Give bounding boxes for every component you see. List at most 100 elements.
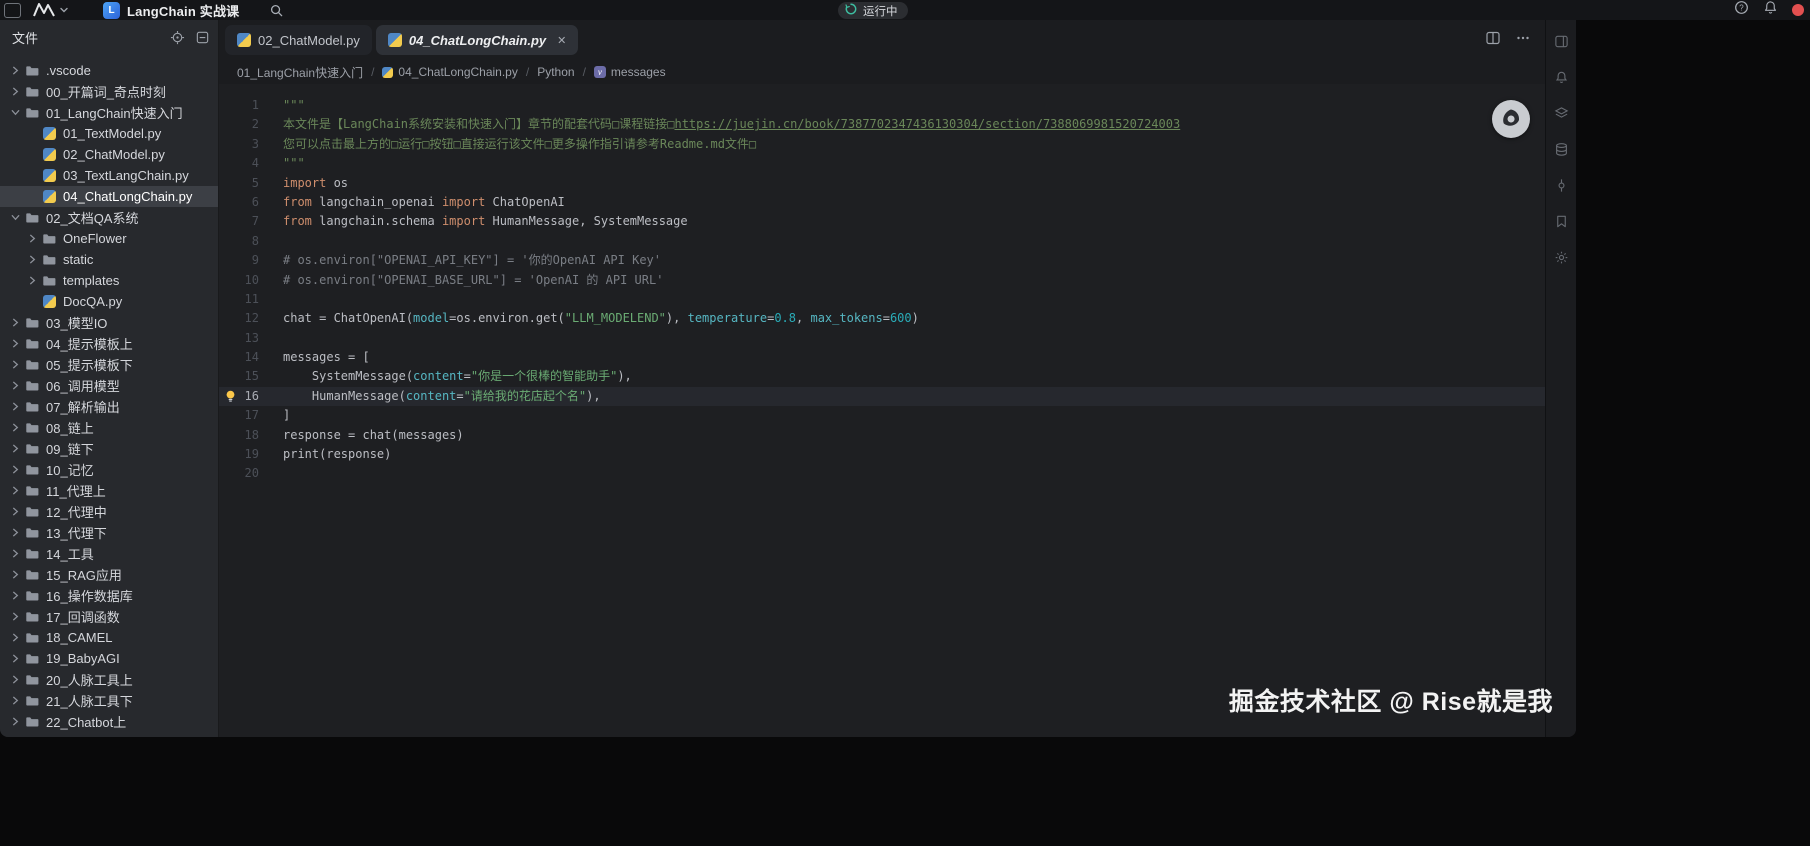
chevron-right-icon[interactable] <box>7 483 23 499</box>
project-avatar[interactable]: L <box>103 2 120 19</box>
chevron-right-icon[interactable] <box>7 399 23 415</box>
chevron-right-icon[interactable] <box>7 672 23 688</box>
tree-item[interactable]: 04_ChatLongChain.py <box>0 186 218 207</box>
project-name[interactable]: LangChain 实战课 <box>127 1 239 20</box>
more-options-icon[interactable] <box>1515 30 1531 51</box>
editor-tab[interactable]: 04_ChatLongChain.py✕ <box>376 25 578 55</box>
chevron-down-icon[interactable] <box>7 210 23 226</box>
layers-icon[interactable] <box>1554 106 1569 121</box>
code-line[interactable]: 5import os <box>219 174 1545 193</box>
chevron-right-icon[interactable] <box>7 609 23 625</box>
chevron-right-icon[interactable] <box>7 567 23 583</box>
run-status-widget[interactable]: 运行中 <box>838 2 908 19</box>
tree-item[interactable]: 00_开篇词_奇点时刻 <box>0 81 218 102</box>
chevron-right-icon[interactable] <box>7 630 23 646</box>
ide-logo-icon[interactable] <box>33 3 55 17</box>
settings-icon[interactable] <box>1554 250 1569 265</box>
tree-item[interactable]: 17_回调函数 <box>0 606 218 627</box>
code-line[interactable]: 3您可以点击最上方的□运行□按钮□直接运行该文件□更多操作指引请参考Readme… <box>219 135 1545 154</box>
search-icon[interactable] <box>269 3 284 18</box>
code-line[interactable]: 14messages = [ <box>219 348 1545 367</box>
code-line[interactable]: 7from langchain.schema import HumanMessa… <box>219 212 1545 231</box>
collapse-all-icon[interactable] <box>195 30 210 45</box>
code-line[interactable]: 18response = chat(messages) <box>219 426 1545 445</box>
code-line[interactable]: 4""" <box>219 154 1545 173</box>
tree-item[interactable]: 13_代理下 <box>0 522 218 543</box>
tree-item[interactable]: 19_BabyAGI <box>0 648 218 669</box>
chevron-right-icon[interactable] <box>7 336 23 352</box>
recording-indicator-dot[interactable] <box>1792 4 1804 16</box>
code-line[interactable]: 15 SystemMessage(content="你是一个很棒的智能助手"), <box>219 367 1545 386</box>
tree-item[interactable]: 20_人脉工具上 <box>0 669 218 690</box>
help-icon[interactable]: ? <box>1734 0 1749 20</box>
code-line[interactable]: 8 <box>219 232 1545 251</box>
course-link[interactable]: https://juejin.cn/book/73877023474361303… <box>674 117 1180 131</box>
tree-item[interactable]: 12_代理中 <box>0 501 218 522</box>
notification-bell-icon[interactable] <box>1763 0 1778 20</box>
code-line[interactable]: 20 <box>219 464 1545 483</box>
code-line[interactable]: 6from langchain_openai import ChatOpenAI <box>219 193 1545 212</box>
split-editor-icon[interactable] <box>1485 30 1501 51</box>
chevron-right-icon[interactable] <box>7 315 23 331</box>
chevron-down-icon[interactable] <box>59 5 69 15</box>
code-line[interactable]: 10# os.environ["OPENAI_BASE_URL"] = 'Ope… <box>219 271 1545 290</box>
chevron-right-icon[interactable] <box>7 378 23 394</box>
chevron-right-icon[interactable] <box>24 252 40 268</box>
tree-item[interactable]: .vscode <box>0 60 218 81</box>
code-line[interactable]: 11 <box>219 290 1545 309</box>
code-editor[interactable]: 1"""2本文件是【LangChain系统安装和快速入门】章节的配套代码□课程链… <box>219 84 1545 737</box>
tree-item[interactable]: 02_ChatModel.py <box>0 144 218 165</box>
tree-item[interactable]: 14_工具 <box>0 543 218 564</box>
commit-icon[interactable] <box>1554 178 1569 193</box>
database-icon[interactable] <box>1554 142 1569 157</box>
tree-item[interactable]: 08_链上 <box>0 417 218 438</box>
chevron-right-icon[interactable] <box>7 504 23 520</box>
tree-item[interactable]: 15_RAG应用 <box>0 564 218 585</box>
chevron-right-icon[interactable] <box>24 273 40 289</box>
breadcrumb-item[interactable]: Python <box>537 65 574 79</box>
tree-item[interactable]: 01_LangChain快速入门 <box>0 102 218 123</box>
chevron-right-icon[interactable] <box>7 441 23 457</box>
chevron-right-icon[interactable] <box>7 462 23 478</box>
chevron-right-icon[interactable] <box>7 63 23 79</box>
bookmark-icon[interactable] <box>1554 214 1569 229</box>
tree-item[interactable]: 07_解析输出 <box>0 396 218 417</box>
breadcrumb-item[interactable]: vmessages <box>594 65 666 79</box>
tree-item[interactable]: 04_提示模板上 <box>0 333 218 354</box>
chevron-right-icon[interactable] <box>7 357 23 373</box>
chevron-right-icon[interactable] <box>7 651 23 667</box>
close-icon[interactable]: ✕ <box>557 34 566 47</box>
layout-icon[interactable] <box>1554 34 1569 49</box>
tree-item[interactable]: 02_文档QA系统 <box>0 207 218 228</box>
tree-item[interactable]: DocQA.py <box>0 291 218 312</box>
chevron-right-icon[interactable] <box>7 420 23 436</box>
tree-item[interactable]: 01_TextModel.py <box>0 123 218 144</box>
tree-item[interactable]: 18_CAMEL <box>0 627 218 648</box>
tree-item[interactable]: static <box>0 249 218 270</box>
chevron-right-icon[interactable] <box>7 735 23 738</box>
tree-item[interactable]: 06_调用模型 <box>0 375 218 396</box>
chevron-right-icon[interactable] <box>7 546 23 562</box>
bell-icon[interactable] <box>1554 70 1569 85</box>
chevron-right-icon[interactable] <box>7 84 23 100</box>
tree-item[interactable]: 16_操作数据库 <box>0 585 218 606</box>
chevron-down-icon[interactable] <box>7 105 23 121</box>
locate-file-icon[interactable] <box>170 30 185 45</box>
tree-item[interactable]: 09_链下 <box>0 438 218 459</box>
code-line[interactable]: 13 <box>219 329 1545 348</box>
code-line[interactable]: 1""" <box>219 96 1545 115</box>
tree-item[interactable]: 10_记忆 <box>0 459 218 480</box>
chevron-right-icon[interactable] <box>7 525 23 541</box>
chevron-right-icon[interactable] <box>7 588 23 604</box>
editor-tab[interactable]: 02_ChatModel.py <box>225 25 372 55</box>
app-window-icon[interactable] <box>4 3 21 18</box>
tree-item[interactable]: 03_TextLangChain.py <box>0 165 218 186</box>
tree-item[interactable]: 21_人脉工具下 <box>0 690 218 711</box>
tree-item[interactable]: OneFlower <box>0 228 218 249</box>
tree-item[interactable]: 03_模型IO <box>0 312 218 333</box>
tree-item[interactable]: 22_Chatbot上 <box>0 711 218 732</box>
code-line[interactable]: 12chat = ChatOpenAI(model=os.environ.get… <box>219 309 1545 328</box>
chevron-right-icon[interactable] <box>24 231 40 247</box>
chevron-right-icon[interactable] <box>7 693 23 709</box>
chevron-right-icon[interactable] <box>7 714 23 730</box>
